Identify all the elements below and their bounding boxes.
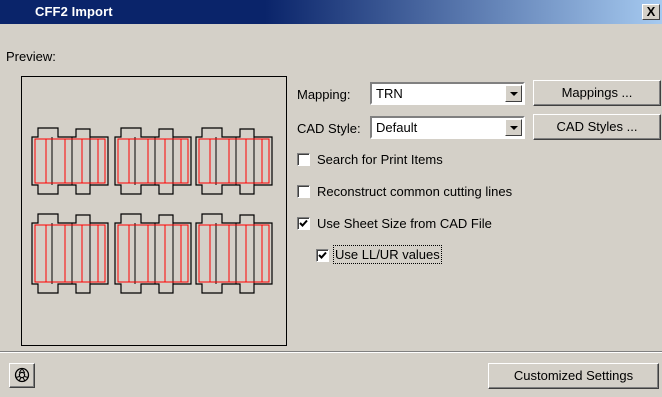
window-title: CFF2 Import	[35, 4, 113, 19]
preview-drawing	[31, 127, 273, 294]
preview-piece-outline	[195, 213, 273, 294]
footer-separator-highlight	[0, 352, 662, 353]
use-ll-ur-values-label[interactable]: Use LL/UR values	[333, 245, 442, 264]
mapping-label: Mapping:	[297, 87, 351, 102]
mappings-button[interactable]: Mappings ...	[533, 80, 661, 106]
search-print-items-checkbox[interactable]	[297, 153, 310, 166]
lifebuoy-icon	[14, 367, 30, 383]
preview-panel	[21, 76, 287, 346]
cad-style-dropdown-arrow-icon[interactable]	[505, 119, 522, 136]
cad-styles-button[interactable]: CAD Styles ...	[533, 114, 661, 140]
cad-style-select-value: Default	[376, 120, 418, 135]
customized-settings-button[interactable]: Customized Settings	[488, 363, 659, 389]
preview-piece-outline	[114, 127, 192, 195]
help-button[interactable]	[9, 363, 35, 388]
preview-piece-outline	[31, 213, 109, 294]
search-print-items-label[interactable]: Search for Print Items	[317, 152, 443, 167]
mapping-select-value: TRN	[376, 86, 403, 101]
check-icon	[318, 251, 327, 259]
reconstruct-cutting-lines-label[interactable]: Reconstruct common cutting lines	[317, 184, 512, 199]
use-sheet-size-label[interactable]: Use Sheet Size from CAD File	[317, 216, 492, 231]
reconstruct-cutting-lines-checkbox[interactable]	[297, 185, 310, 198]
mapping-select[interactable]: TRN	[370, 82, 525, 105]
cad-style-label: CAD Style:	[297, 121, 361, 136]
use-ll-ur-values-checkbox[interactable]	[316, 249, 329, 262]
preview-piece-outline	[195, 127, 273, 195]
mapping-dropdown-arrow-icon[interactable]	[505, 85, 522, 102]
check-icon	[299, 219, 308, 227]
use-sheet-size-checkbox[interactable]	[297, 217, 310, 230]
preview-piece-outline	[114, 213, 192, 294]
preview-label: Preview:	[6, 49, 56, 64]
cad-style-select[interactable]: Default	[370, 116, 525, 139]
preview-piece-outline	[31, 127, 109, 195]
close-button[interactable]: X	[642, 4, 660, 20]
